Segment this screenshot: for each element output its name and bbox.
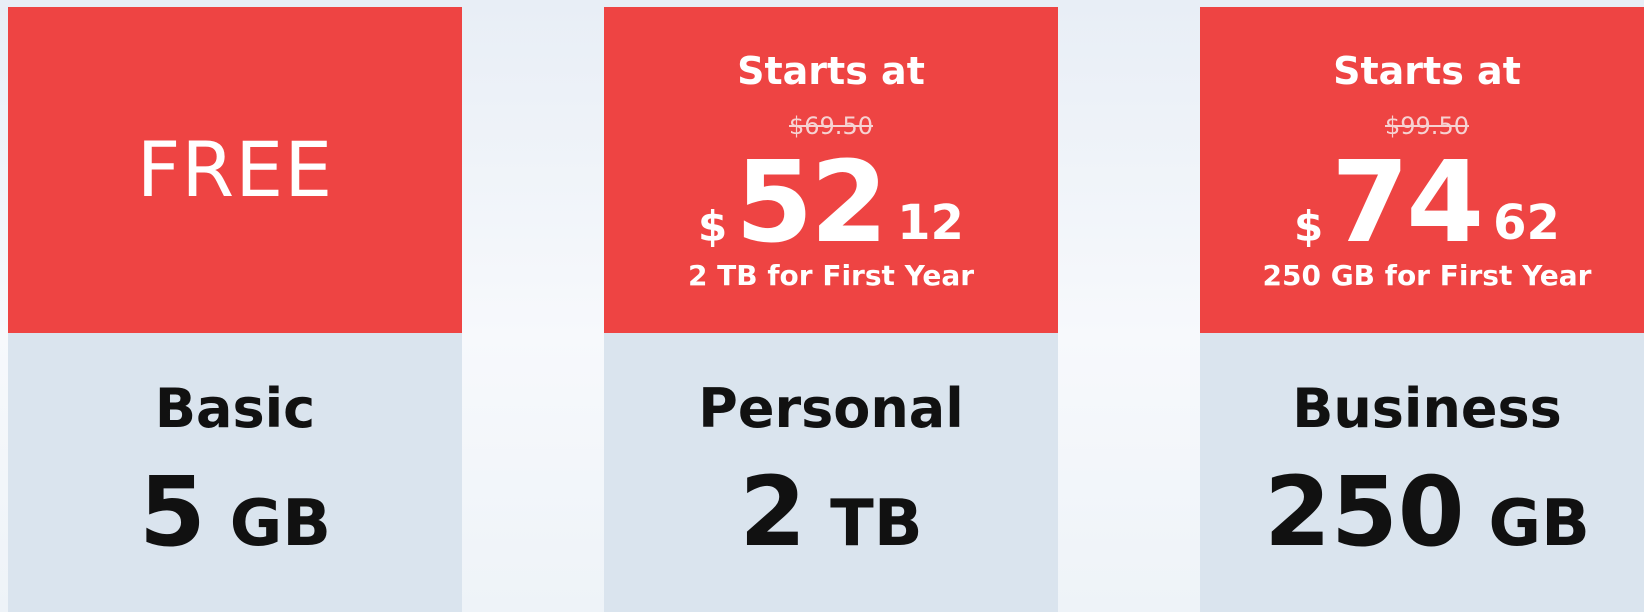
- price-header: Starts at $99.50 $ 74 62 250 GB for Firs…: [1200, 7, 1644, 333]
- sale-price: $ 52 12: [604, 138, 1058, 268]
- plan-card-personal[interactable]: Starts at $69.50 $ 52 12 2 TB for First …: [604, 7, 1058, 612]
- starts-at-label: Starts at: [1333, 49, 1521, 93]
- plan-name: Basic: [154, 377, 316, 440]
- storage-unit: GB: [229, 487, 332, 561]
- plan-name: Business: [1292, 377, 1562, 440]
- storage-amount: 250 GB: [1200, 457, 1644, 579]
- price-header: Starts at $69.50 $ 52 12 2 TB for First …: [604, 7, 1058, 333]
- free-label: FREE: [136, 125, 334, 214]
- storage-unit: GB: [1488, 487, 1590, 561]
- storage-unit: TB: [830, 487, 923, 561]
- price-whole: 74: [1331, 138, 1484, 268]
- original-price: $69.50: [789, 112, 873, 140]
- storage-number: 250: [1264, 456, 1465, 568]
- plan-info: Basic 5 GB: [8, 333, 462, 612]
- storage-number: 5: [138, 456, 206, 568]
- storage-amount: 5 GB: [8, 457, 462, 579]
- plan-info: Personal 2 TB: [604, 333, 1058, 612]
- starts-at-label: Starts at: [737, 49, 925, 93]
- price-term: 250 GB for First Year: [1262, 259, 1592, 292]
- storage-number: 2: [739, 456, 807, 568]
- sale-price: $ 74 62: [1200, 138, 1644, 268]
- price-cents: 62: [1493, 195, 1560, 251]
- currency-symbol: $: [698, 202, 728, 251]
- storage-amount: 2 TB: [604, 457, 1058, 579]
- price-term: 2 TB for First Year: [687, 259, 975, 292]
- price-header: FREE: [8, 7, 462, 333]
- original-price: $99.50: [1385, 112, 1469, 140]
- plan-card-business[interactable]: Starts at $99.50 $ 74 62 250 GB for Firs…: [1200, 7, 1644, 612]
- price-whole: 52: [735, 138, 888, 268]
- price-cents: 12: [897, 195, 964, 251]
- plan-card-basic[interactable]: FREE Basic 5 GB: [8, 7, 462, 612]
- currency-symbol: $: [1294, 202, 1324, 251]
- plan-name: Personal: [698, 377, 964, 440]
- plan-info: Business 250 GB: [1200, 333, 1644, 612]
